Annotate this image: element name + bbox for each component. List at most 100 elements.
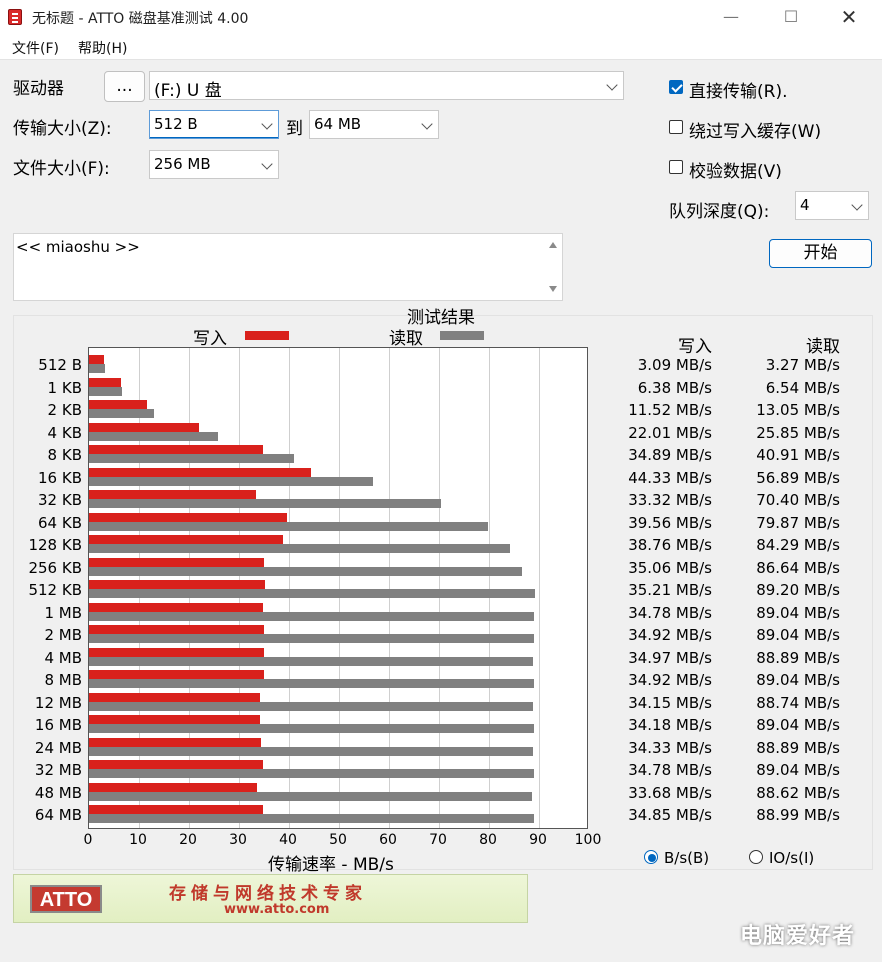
start-button[interactable]: 开始 <box>769 239 872 268</box>
banner-url: www.atto.com <box>224 902 330 917</box>
write-value: 38.76 MB/s <box>628 536 712 554</box>
read-bar <box>89 521 489 531</box>
read-bar <box>89 611 535 621</box>
read-value: 79.87 MB/s <box>756 513 840 532</box>
transfer-from-select[interactable]: 512 B <box>149 110 279 139</box>
direct-io-checkbox[interactable] <box>669 80 683 94</box>
description-textarea[interactable]: << miaoshu >> <box>13 233 563 301</box>
drive-label: 驱动器 <box>13 79 64 99</box>
queue-depth-value: 4 <box>800 196 810 214</box>
category-label: 8 KB <box>47 446 82 464</box>
x-tick-label: 40 <box>279 832 297 848</box>
title-bar[interactable]: 无标题 - ATTO 磁盘基准测试 4.00 — ☐ ✕ <box>0 0 882 34</box>
col-write-header: 写入 <box>678 337 712 357</box>
menu-bar: 文件(F) 帮助(H) <box>0 34 882 60</box>
write-bar <box>89 805 264 814</box>
read-value: 88.62 MB/s <box>756 783 840 802</box>
write-bar <box>89 580 266 589</box>
file-size-select[interactable]: 256 MB <box>149 150 279 179</box>
col-read-header: 读取 <box>806 337 840 357</box>
read-value: 89.04 MB/s <box>756 716 840 734</box>
write-value: 34.92 MB/s <box>628 671 712 689</box>
read-bar <box>89 814 534 823</box>
read-value: 88.99 MB/s <box>756 806 840 824</box>
banner-slogan: 存储与网络技术专家 <box>169 884 367 904</box>
category-label: 1 MB <box>44 603 82 622</box>
category-label: 16 MB <box>34 716 82 734</box>
chart-plot-area <box>88 347 588 829</box>
read-bar <box>89 476 374 486</box>
transfer-to-select[interactable]: 64 MB <box>309 110 439 139</box>
maximize-icon[interactable]: ☐ <box>768 0 814 34</box>
menu-file[interactable]: 文件(F) <box>12 38 59 58</box>
file-size-label: 文件大小(F): <box>13 159 110 179</box>
read-bar <box>89 724 535 733</box>
category-label: 24 MB <box>34 738 82 757</box>
queue-depth-label: 队列深度(Q): <box>669 202 770 222</box>
atto-banner[interactable]: ATTO 存储与网络技术专家 www.atto.com <box>13 874 528 923</box>
queue-depth-select[interactable]: 4 <box>795 191 869 220</box>
read-value: 84.29 MB/s <box>756 536 840 554</box>
scrollbar[interactable] <box>544 234 562 300</box>
category-label: 64 MB <box>34 806 82 824</box>
legend-read-label: 读取 <box>389 329 423 349</box>
read-bar <box>89 454 294 463</box>
x-tick-label: 100 <box>574 832 602 848</box>
x-tick-label: 50 <box>329 832 347 848</box>
read-bar <box>89 544 511 553</box>
verify-label[interactable]: 校验数据(V) <box>689 157 782 182</box>
read-value: 88.74 MB/s <box>756 693 840 712</box>
chevron-down-icon <box>261 158 273 170</box>
write-value: 34.78 MB/s <box>628 761 712 779</box>
read-bar <box>89 679 535 688</box>
read-bar <box>89 499 441 508</box>
verify-checkbox[interactable] <box>669 160 683 174</box>
menu-help[interactable]: 帮助(H) <box>78 38 127 58</box>
read-value: 6.54 MB/s <box>765 378 840 397</box>
x-tick-label: 20 <box>179 832 197 848</box>
write-bar <box>89 692 260 702</box>
description-text: << miaoshu >> <box>16 238 140 256</box>
browse-button[interactable]: ... <box>104 71 145 102</box>
category-label: 128 KB <box>28 536 82 554</box>
drive-select[interactable]: (F:) U 盘 <box>149 71 624 101</box>
category-label: 32 KB <box>38 491 82 509</box>
unit-bs-radio[interactable] <box>644 850 658 864</box>
chevron-down-icon <box>606 79 618 91</box>
write-bar <box>89 782 258 792</box>
read-bar <box>89 566 523 576</box>
bypass-cache-checkbox[interactable] <box>669 120 683 134</box>
x-tick-label: 10 <box>129 832 147 848</box>
category-label: 32 MB <box>34 761 82 779</box>
x-tick-label: 90 <box>529 832 547 848</box>
close-icon[interactable]: ✕ <box>826 0 872 34</box>
app-icon <box>8 9 22 25</box>
category-label: 1 KB <box>47 378 82 397</box>
write-bar <box>89 400 147 409</box>
legend-write-label: 写入 <box>193 329 227 349</box>
gridline <box>289 348 290 828</box>
read-value: 40.91 MB/s <box>756 446 840 464</box>
bypass-cache-label[interactable]: 绕过写入缓存(W) <box>689 117 821 142</box>
unit-ios-radio[interactable] <box>749 850 763 864</box>
write-value: 33.68 MB/s <box>628 783 712 802</box>
write-bar <box>89 602 263 612</box>
read-bar <box>89 431 219 441</box>
write-value: 22.01 MB/s <box>628 423 712 442</box>
unit-bs-label[interactable]: B/s(B) <box>664 849 709 867</box>
gridline <box>389 348 390 828</box>
write-value: 34.92 MB/s <box>628 626 712 644</box>
read-bar <box>89 746 534 756</box>
write-value: 34.78 MB/s <box>628 603 712 622</box>
gridline <box>439 348 440 828</box>
read-value: 89.20 MB/s <box>756 581 840 599</box>
category-label: 2 KB <box>47 401 82 419</box>
gridline <box>539 348 540 828</box>
write-value: 3.09 MB/s <box>637 356 712 374</box>
write-value: 11.52 MB/s <box>628 401 712 419</box>
minimize-icon[interactable]: — <box>708 0 754 34</box>
read-value: 3.27 MB/s <box>765 356 840 374</box>
unit-ios-label[interactable]: IO/s(I) <box>769 849 814 867</box>
write-bar <box>89 445 264 454</box>
direct-io-label[interactable]: 直接传输(R). <box>689 77 787 102</box>
